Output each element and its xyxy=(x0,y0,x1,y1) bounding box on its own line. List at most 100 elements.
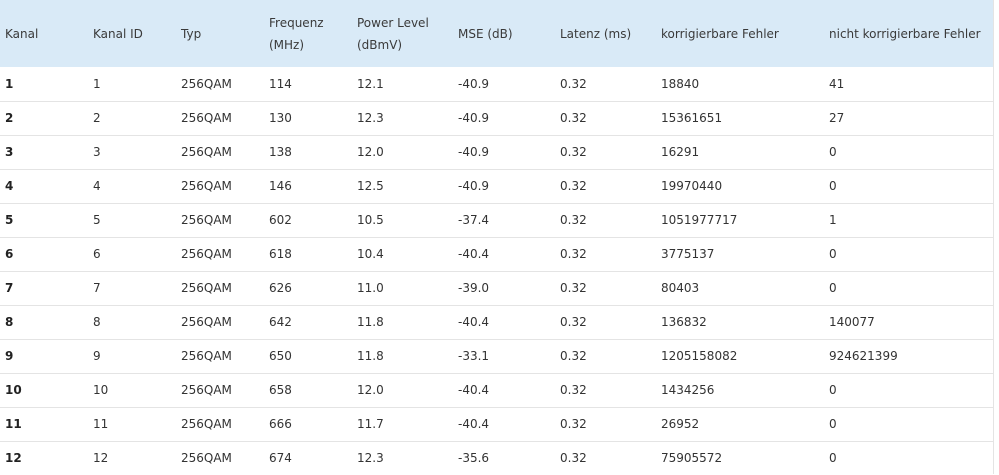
table-row: 1 1 256QAM 114 12.1 -40.9 0.32 18840 41 xyxy=(0,67,993,101)
cell-latenz: 0.32 xyxy=(560,76,587,91)
header-kanal-id: Kanal ID xyxy=(93,26,143,41)
cell-typ: 256QAM xyxy=(181,145,232,159)
cell-typ: 256QAM xyxy=(181,315,232,329)
cell-korrigierbare-fehler: 16291 xyxy=(661,145,700,159)
header-row: Kanal Kanal ID Typ Frequenz (MHz) Power … xyxy=(0,0,993,67)
cell-korrigierbare-fehler: 1434256 xyxy=(661,383,715,397)
cell-kanal: 7 xyxy=(5,281,14,295)
channel-table: Kanal Kanal ID Typ Frequenz (MHz) Power … xyxy=(0,0,993,475)
cell-nicht-korrigierbare-fehler: 27 xyxy=(829,111,845,125)
cell-latenz: 0.32 xyxy=(560,315,587,329)
header-frequenz-label: Frequenz xyxy=(269,15,324,30)
cell-nicht-korrigierbare-fehler: 924621399 xyxy=(829,349,898,363)
cell-kanal: 4 xyxy=(5,179,14,193)
table-row: 9 9 256QAM 650 11.8 -33.1 0.32 1205158082 924621… xyxy=(0,339,993,373)
cell-korrigierbare-fehler: 1205158082 xyxy=(661,349,738,363)
table-header: Kanal Kanal ID Typ Frequenz (MHz) Power … xyxy=(0,0,993,67)
table-row: 6 6 256QAM 618 10.4 -40.4 0.32 3775137 0 xyxy=(0,237,993,271)
cell-latenz: 0.32 xyxy=(560,281,587,295)
cell-power-level: 12.3 xyxy=(357,111,384,125)
cell-nicht-korrigierbare-fehler: 140077 xyxy=(829,315,875,329)
cell-nicht-korrigierbare-fehler: 0 xyxy=(829,281,837,295)
cell-frequenz: 138 xyxy=(269,145,292,159)
cell-nicht-korrigierbare-fehler: 0 xyxy=(829,179,837,193)
header-frequenz-unit: (MHz) xyxy=(269,37,305,52)
cell-kanal: 11 xyxy=(5,417,22,431)
table-row: 7 7 256QAM 626 11.0 -39.0 0.32 80403 0 xyxy=(0,271,993,305)
cell-mse: -40.4 xyxy=(458,383,490,397)
cell-latenz: 0.32 xyxy=(560,417,587,431)
table-body: 1 1 256QAM 114 12.1 -40.9 0.32 18840 41 2 2 256QAM 1… xyxy=(0,67,993,475)
cell-latenz: 0.32 xyxy=(560,451,587,466)
cell-korrigierbare-fehler: 19970440 xyxy=(661,179,723,193)
cell-kanal: 3 xyxy=(5,145,14,159)
cell-typ: 256QAM xyxy=(181,213,232,227)
cell-kanal-id: 8 xyxy=(93,315,101,329)
cell-typ: 256QAM xyxy=(181,349,232,363)
cell-frequenz: 130 xyxy=(269,111,292,125)
cell-kanal-id: 6 xyxy=(93,247,101,261)
cell-typ: 256QAM xyxy=(181,417,232,431)
cell-latenz: 0.32 xyxy=(560,349,587,363)
cell-latenz: 0.32 xyxy=(560,111,587,125)
cell-latenz: 0.32 xyxy=(560,213,587,227)
header-power-label: Power Level xyxy=(357,15,429,30)
cell-kanal-id: 7 xyxy=(93,281,101,295)
cell-frequenz: 674 xyxy=(269,451,292,466)
cell-typ: 256QAM xyxy=(181,451,232,466)
cell-typ: 256QAM xyxy=(181,179,232,193)
cell-typ: 256QAM xyxy=(181,281,232,295)
cell-typ: 256QAM xyxy=(181,383,232,397)
header-korrigierbare-fehler: korrigierbare Fehler xyxy=(661,26,779,41)
cell-typ: 256QAM xyxy=(181,76,232,91)
cell-power-level: 12.3 xyxy=(357,451,384,466)
cell-mse: -40.4 xyxy=(458,417,490,431)
cell-korrigierbare-fehler: 136832 xyxy=(661,315,707,329)
header-latenz: Latenz (ms) xyxy=(560,26,632,41)
cell-korrigierbare-fehler: 3775137 xyxy=(661,247,715,261)
cell-power-level: 12.1 xyxy=(357,76,384,91)
cell-latenz: 0.32 xyxy=(560,145,587,159)
cell-kanal-id: 4 xyxy=(93,179,101,193)
cell-mse: -40.9 xyxy=(458,145,490,159)
cell-power-level: 11.8 xyxy=(357,315,384,329)
cell-mse: -37.4 xyxy=(458,213,490,227)
header-power-level: Power Level (dBmV) xyxy=(352,0,453,67)
cell-mse: -35.6 xyxy=(458,451,490,466)
cell-frequenz: 642 xyxy=(269,315,292,329)
header-power-unit: (dBmV) xyxy=(357,37,403,52)
cell-kanal-id: 11 xyxy=(93,417,109,431)
cell-kanal: 5 xyxy=(5,213,14,227)
cell-korrigierbare-fehler: 1051977717 xyxy=(661,213,738,227)
cell-mse: -40.9 xyxy=(458,179,490,193)
cell-kanal: 10 xyxy=(5,383,22,397)
cell-nicht-korrigierbare-fehler: 0 xyxy=(829,451,837,466)
header-kanal: Kanal xyxy=(5,26,39,41)
header-typ: Typ xyxy=(181,26,202,41)
table-row: 10 10 256QAM 658 12.0 -40.4 0.32 1434256 0 xyxy=(0,373,993,407)
cell-kanal: 8 xyxy=(5,315,14,329)
cell-kanal: 1 xyxy=(5,76,14,91)
cell-power-level: 12.0 xyxy=(357,383,384,397)
cell-nicht-korrigierbare-fehler: 0 xyxy=(829,417,837,431)
cell-power-level: 10.5 xyxy=(357,213,384,227)
cell-korrigierbare-fehler: 75905572 xyxy=(661,451,723,466)
cell-mse: -40.9 xyxy=(458,76,490,91)
cell-typ: 256QAM xyxy=(181,111,232,125)
table-row: 3 3 256QAM 138 12.0 -40.9 0.32 16291 0 xyxy=(0,135,993,169)
cell-latenz: 0.32 xyxy=(560,179,587,193)
cell-frequenz: 114 xyxy=(269,76,292,91)
cell-kanal-id: 2 xyxy=(93,111,101,125)
cell-korrigierbare-fehler: 18840 xyxy=(661,76,700,91)
table-row: 8 8 256QAM 642 11.8 -40.4 0.32 136832 140077 xyxy=(0,305,993,339)
cell-mse: -33.1 xyxy=(458,349,490,363)
cell-frequenz: 650 xyxy=(269,349,292,363)
cell-kanal-id: 3 xyxy=(93,145,101,159)
cell-kanal-id: 9 xyxy=(93,349,101,363)
cell-kanal: 6 xyxy=(5,247,14,261)
cell-frequenz: 666 xyxy=(269,417,292,431)
header-frequenz: Frequenz (MHz) xyxy=(264,0,352,67)
cell-kanal: 9 xyxy=(5,349,14,363)
cell-nicht-korrigierbare-fehler: 0 xyxy=(829,383,837,397)
header-nicht-korrigierbare-fehler: nicht korrigierbare Fehler xyxy=(829,26,981,41)
